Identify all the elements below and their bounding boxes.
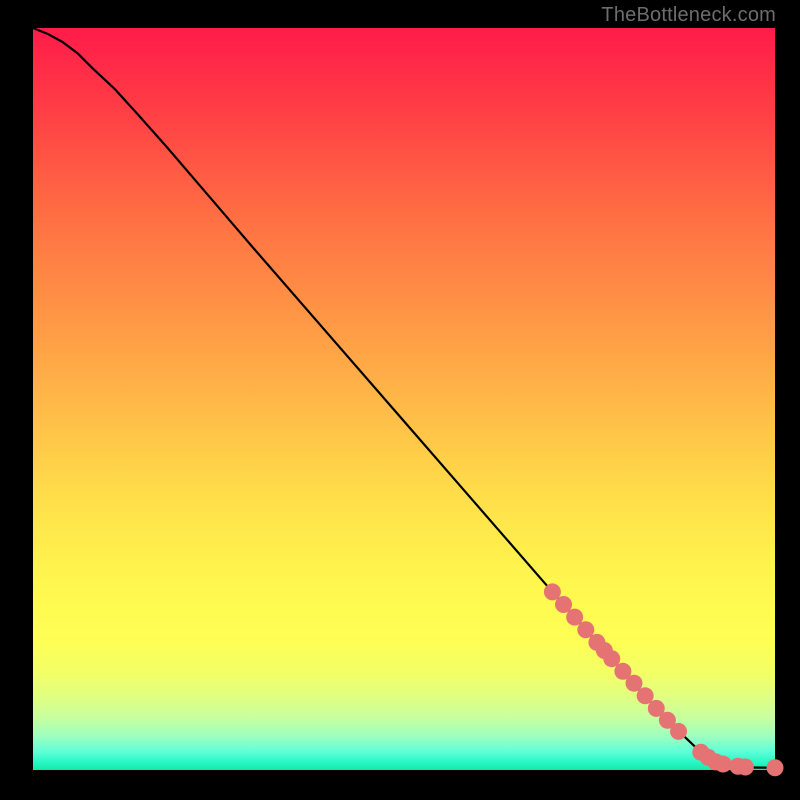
marker-group <box>544 583 784 776</box>
chart-wrap: TheBottleneck.com <box>0 0 800 800</box>
plot-area <box>33 28 775 770</box>
curve-line <box>33 28 775 768</box>
attribution-label: TheBottleneck.com <box>601 4 776 27</box>
marker-dot <box>715 756 732 773</box>
marker-dot <box>737 759 754 776</box>
marker-dot <box>670 723 687 740</box>
marker-dot <box>767 759 784 776</box>
chart-svg <box>33 28 775 770</box>
